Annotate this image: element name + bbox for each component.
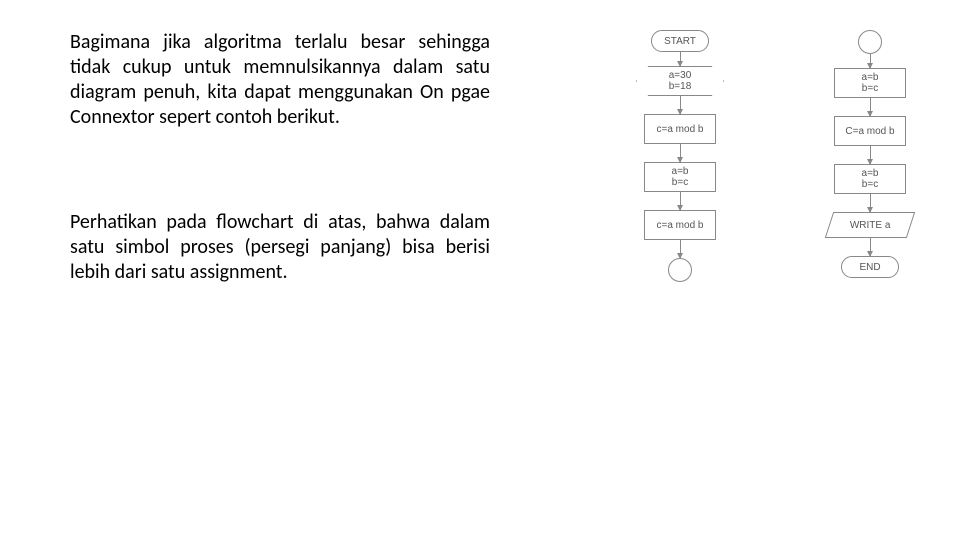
- process-line2: b=c: [672, 177, 688, 188]
- process-text: c=a mod b: [657, 220, 704, 231]
- arrow-icon: [870, 54, 871, 68]
- end-label: END: [859, 262, 880, 273]
- end-terminator: END: [841, 256, 899, 278]
- process-text: C=a mod b: [845, 126, 894, 137]
- onpage-connector-in: [858, 30, 882, 54]
- process-text: c=a mod b: [657, 124, 704, 135]
- arrow-icon: [870, 146, 871, 164]
- onpage-connector-out: [668, 258, 692, 282]
- arrow-icon: [680, 144, 681, 162]
- process-node: a=b b=c: [644, 162, 716, 192]
- arrow-icon: [870, 194, 871, 212]
- process-node: C=a mod b: [834, 116, 906, 146]
- arrow-icon: [680, 240, 681, 258]
- process-node: c=a mod b: [644, 210, 716, 240]
- paragraph-2: Perhatikan pada flowchart di atas, bahwa…: [70, 210, 490, 285]
- arrow-icon: [680, 96, 681, 114]
- io-node: WRITE a: [825, 212, 915, 238]
- arrow-icon: [870, 238, 871, 256]
- process-line1: a=b: [672, 166, 689, 177]
- flowchart-right: a=b b=c C=a mod b a=b b=c WRITE a END: [800, 30, 940, 278]
- arrow-icon: [870, 98, 871, 116]
- process-line1: a=b: [862, 72, 879, 83]
- process-node: a=b b=c: [834, 68, 906, 98]
- prep-line2: b=18: [669, 81, 692, 92]
- preparation-node: a=30 b=18: [636, 66, 724, 96]
- start-terminator: START: [651, 30, 709, 52]
- process-node: a=b b=c: [834, 164, 906, 194]
- arrow-icon: [680, 52, 681, 66]
- io-text: WRITE a: [850, 220, 891, 231]
- process-line1: a=b: [862, 168, 879, 179]
- process-line2: b=c: [862, 83, 878, 94]
- process-line2: b=c: [862, 179, 878, 190]
- start-label: START: [664, 36, 696, 47]
- flowchart-left: START a=30 b=18 c=a mod b a=b b=c c=a mo…: [610, 30, 750, 282]
- arrow-icon: [680, 192, 681, 210]
- prep-line1: a=30: [669, 70, 692, 81]
- process-node: c=a mod b: [644, 114, 716, 144]
- paragraph-1: Bagimana jika algoritma terlalu besar se…: [70, 30, 490, 130]
